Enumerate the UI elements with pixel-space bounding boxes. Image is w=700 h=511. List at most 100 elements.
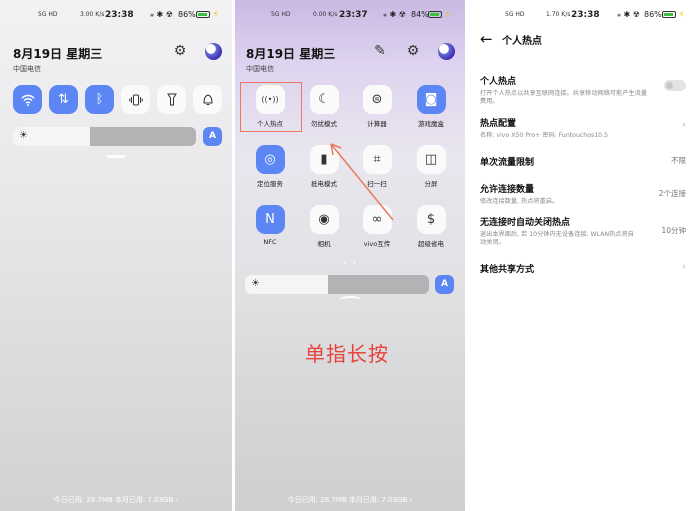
tile-label: 游戏魔盒 [418,120,444,128]
other-sharing-row[interactable]: 其他共享方式 › [480,262,688,275]
tile-split-screen[interactable]: ◫ 分屏 [406,145,456,188]
split-screen-icon[interactable]: ◫ [416,145,446,174]
status-icons: ⁎ ✱ ☢ [383,10,406,19]
page-indicator: • • [343,260,358,267]
data-usage-footer[interactable]: 今日已用: 28.7MB 本月已用: 7.03GB › [0,495,232,505]
control-center-panel-1: 5G HD 3.00 K/s 23:38 ⁎ ✱ ☢ 86% ⚡ 8月19日 星… [0,0,232,511]
super-saver-icon[interactable]: $ [416,205,446,234]
control-center-panel-2: 5G HD 0.00 K/s 23:37 ⁎ ✱ ☢ 84% ⚡ 8月19日 星… [235,0,465,511]
signal-indicator: 5G HD [38,11,58,18]
tile-game[interactable]: ◙ 游戏魔盒 [406,85,456,128]
status-icons: ⁎ ✱ ☢ [150,10,173,19]
battery-icon: ⚡ [662,10,685,20]
vibrate-icon[interactable] [121,85,150,114]
row-value: 10分钟 [661,226,686,235]
hotspot-config-row[interactable]: 热点配置 名称: vivo X50 Pro+ 密码: Funtouchos10.… [480,116,688,140]
status-time: 23:38 [105,10,134,20]
battery-percent: 86% [178,10,196,19]
chevron-right-icon: › [682,120,686,130]
tile-calculator[interactable]: ⊜ 计算器 [352,85,402,128]
row-desc: 退出本界面后, 若 10分钟内无设备连接, WLAN热点将自动关闭。 [480,231,634,246]
tile-moon[interactable]: ☾ 勿扰模式 [299,85,349,128]
avatar[interactable] [438,43,455,60]
gear-icon[interactable]: ⚙ [405,43,421,59]
carrier-label: 中国电信 [13,65,41,73]
status-time: 23:37 [339,10,368,20]
quick-toggles-row: ⇅ ᛒ [13,85,222,114]
tile-super-saver[interactable]: $ 超级省电 [406,205,456,248]
status-time: 23:38 [571,10,600,20]
row-title: 热点配置 [480,119,517,129]
battery-percent: 86% [644,10,662,19]
long-press-annotation: 单指长按 [305,342,389,366]
row-title: 其他共享方式 [480,265,535,275]
carrier-label: 中国电信 [246,65,274,73]
row-title: 允许连接数量 [480,185,535,195]
brightness-slider[interactable]: ☀ [245,275,429,294]
tile-label: 相机 [317,240,331,248]
row-desc: 打开个人热点以共享互联网连接。共享移动网络可能产生流量费用。 [480,90,648,105]
sun-icon: ☀ [251,278,260,289]
flashlight-icon[interactable] [157,85,186,114]
network-speed: 3.00 K/s [80,11,105,18]
tile-label: 计算器 [367,120,387,128]
brightness-slider[interactable]: ☀ [13,127,196,146]
location-icon[interactable]: ◎ [255,145,285,174]
gear-icon[interactable]: ⚙ [172,43,188,59]
bluetooth-icon[interactable]: ᛒ [85,85,114,114]
tile-label: vivo互传 [363,240,391,248]
network-speed: 0.00 K/s [313,11,338,18]
status-icons: ⁎ ✱ ☢ [617,10,640,19]
signal-indicator: 5G HD [505,11,525,18]
battery-icon: ⚡ [428,10,451,20]
annotation-arrow [330,143,394,221]
row-desc: 名称: vivo X50 Pro+ 密码: Funtouchos10.5 [480,132,608,139]
chevron-right-icon: › [682,262,686,272]
connection-count-row[interactable]: 允许连接数量 修改连接数量, 热点将重启。 2个连接 [480,182,688,206]
data-limit-row[interactable]: 单次流量限制 不限 [480,155,688,168]
hotspot-settings-panel: 5G HD 1.70 K/s 23:38 ⁎ ✱ ☢ 86% ⚡ ← 个人热点 … [468,0,700,511]
signal-indicator: 5G HD [271,11,291,18]
row-title: 无连接时自动关闭热点 [480,218,571,228]
back-arrow-icon[interactable]: ← [480,30,493,48]
row-title: 个人热点 [480,77,517,87]
row-desc: 修改连接数量, 热点将重启。 [480,198,559,205]
data-usage-footer[interactable]: 今日已用: 28.7MB 本月已用: 7.03GB › [235,495,465,505]
nfc-icon[interactable]: N [255,205,285,234]
date-label: 8月19日 星期三 [13,47,103,61]
tile-nfc[interactable]: N NFC [245,205,295,246]
tile-location[interactable]: ◎ 定位服务 [245,145,295,188]
tile-label: 超级省电 [418,240,444,248]
edit-icon[interactable]: ✎ [372,43,388,59]
row-title: 单次流量限制 [480,158,535,168]
battery-percent: 84% [411,10,429,19]
alarm-icon[interactable] [193,85,222,114]
tile-label: 分屏 [424,180,438,188]
network-speed: 1.70 K/s [546,11,571,18]
wifi-icon[interactable] [13,85,42,114]
calculator-icon[interactable]: ⊜ [362,85,392,114]
hotspot-toggle-row[interactable]: 个人热点 打开个人热点以共享互联网连接。共享移动网络可能产生流量费用。 [480,74,688,106]
mobile-data-icon[interactable]: ⇅ [49,85,78,114]
row-value: 2个连接 [658,189,686,198]
tile-label: 定位服务 [257,180,283,188]
tile-label: NFC [263,238,277,246]
battery-icon: ⚡ [196,10,219,20]
game-icon[interactable]: ◙ [416,85,446,114]
avatar[interactable] [205,43,222,60]
hotspot-toggle[interactable] [664,80,686,91]
auto-brightness-button[interactable]: A [435,275,454,294]
collapse-chevron-icon[interactable] [339,296,361,304]
drag-handle[interactable] [107,155,125,158]
auto-close-row[interactable]: 无连接时自动关闭热点 退出本界面后, 若 10分钟内无设备连接, WLAN热点将… [480,215,688,247]
sun-icon: ☀ [19,130,28,141]
status-bar: 5G HD 0.00 K/s 23:37 ⁎ ✱ ☢ 84% ⚡ [235,9,465,23]
status-bar: 5G HD 3.00 K/s 23:38 ⁎ ✱ ☢ 86% ⚡ [0,9,232,23]
screenshot-collage: 5G HD 3.00 K/s 23:38 ⁎ ✱ ☢ 86% ⚡ 8月19日 星… [0,0,700,511]
moon-icon[interactable]: ☾ [309,85,339,114]
auto-brightness-button[interactable]: A [203,127,222,146]
status-bar: 5G HD 1.70 K/s 23:38 ⁎ ✱ ☢ 86% ⚡ [468,9,700,23]
date-label: 8月19日 星期三 [246,47,336,61]
tile-label: 勿扰模式 [311,120,337,128]
page-title: 个人热点 [502,36,542,47]
